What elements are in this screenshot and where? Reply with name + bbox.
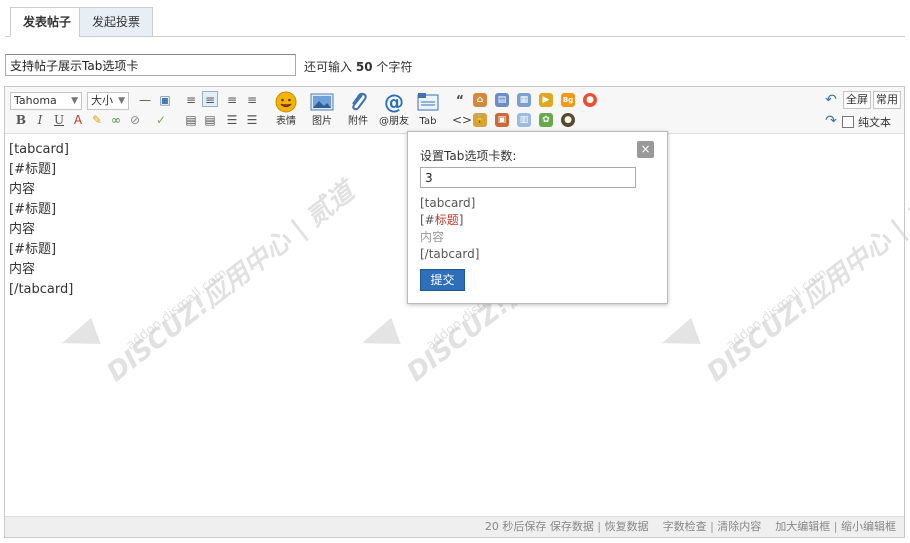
save-data-link[interactable]: 保存数据: [550, 520, 594, 533]
undo-arrow-icon[interactable]: ↶: [823, 92, 839, 108]
quote-icon[interactable]: “: [452, 92, 468, 108]
clear-content-link[interactable]: 清除内容: [717, 520, 761, 533]
shrink-editor-link[interactable]: 缩小编辑框: [841, 520, 896, 533]
clear-format-icon[interactable]: ✓: [153, 112, 169, 128]
tab-new-poll[interactable]: 发起投票: [79, 7, 154, 37]
editor-toolbar: Tahoma ▼ 大小 ▼ — ▣ ≡ ≡ ≡ ≡ B I U A ✎ ∞ ⊘ ✓ …: [5, 87, 904, 134]
char-remaining: 还可输入 50 个字符: [304, 58, 412, 75]
image-button[interactable]: 图片: [307, 91, 337, 129]
font-color-icon[interactable]: A: [70, 112, 86, 128]
attachment-label: 附件: [348, 116, 368, 127]
source-code-icon[interactable]: <>: [452, 112, 472, 128]
submit-button[interactable]: 提交: [420, 269, 465, 291]
chevron-down-icon: ▼: [71, 96, 78, 106]
align-right-icon[interactable]: ≡: [244, 92, 260, 108]
format-painter-icon[interactable]: ✎: [89, 112, 105, 128]
audio-icon[interactable]: ▥: [517, 113, 531, 127]
preview-bracket: ]: [458, 213, 464, 227]
at-sign-icon: @: [384, 91, 404, 113]
image-icon: [310, 93, 334, 111]
tab-count-input[interactable]: [420, 167, 636, 188]
align-left-icon[interactable]: ≡: [183, 92, 199, 108]
sale-icon[interactable]: ✿: [539, 113, 553, 127]
plaintext-label: 纯文本: [858, 116, 891, 129]
link-icon[interactable]: ∞: [108, 112, 124, 128]
free-content-icon[interactable]: ⌂: [473, 93, 487, 107]
editor-status-bar: 20 秒后保存 保存数据 | 恢复数据 字数检查 | 清除内容 加大编辑框 | …: [5, 516, 904, 537]
tab-new-post[interactable]: 发表帖子: [10, 7, 85, 37]
bold-icon[interactable]: B: [13, 112, 29, 128]
font-size-select[interactable]: 大小 ▼: [87, 92, 129, 110]
underline-icon[interactable]: U: [51, 112, 67, 128]
hide-content-icon[interactable]: 🔒: [473, 113, 487, 127]
mention-button[interactable]: @ @朋友: [377, 91, 411, 129]
tab-button[interactable]: Tab: [413, 91, 443, 129]
dialog-title: 设置Tab选项卡数:: [420, 149, 517, 163]
remain-count: 50: [355, 60, 373, 74]
attachment-button[interactable]: 附件: [343, 91, 373, 129]
horizontal-rule-icon[interactable]: —: [137, 92, 153, 108]
tab-setup-dialog: 设置Tab选项卡数: × [tabcard] [#标题] 内容 [/tabcar…: [407, 131, 668, 304]
tab-icon: [417, 93, 439, 111]
table-icon[interactable]: ▦: [517, 93, 531, 107]
preview-line: [tabcard]: [420, 196, 476, 210]
tab-label: Tab: [419, 116, 437, 127]
unordered-list-icon[interactable]: ☰: [244, 112, 260, 128]
smiley-icon: [275, 91, 297, 113]
code-icon[interactable]: ▤: [495, 93, 509, 107]
fullscreen-button[interactable]: 全屏: [843, 91, 871, 109]
preview-title: 标题: [434, 213, 459, 227]
restore-data-link[interactable]: 恢复数据: [605, 520, 649, 533]
emoticon-label: 表情: [276, 116, 296, 127]
subject-input[interactable]: [5, 54, 296, 76]
redo-arrow-icon[interactable]: ↷: [823, 113, 839, 129]
italic-icon[interactable]: I: [32, 112, 48, 128]
align-justify-icon[interactable]: ≡: [202, 91, 218, 107]
video-icon[interactable]: ●: [561, 113, 575, 127]
preview-line: 内容: [420, 230, 445, 244]
common-button[interactable]: 常用: [873, 91, 901, 109]
mention-label: @朋友: [379, 116, 409, 127]
image-label: 图片: [312, 116, 332, 127]
bg-music-icon[interactable]: Bg: [561, 93, 575, 107]
word-count-link[interactable]: 字数检查: [663, 520, 707, 533]
remain-prefix: 还可输入: [304, 60, 353, 74]
font-family-value: Tahoma: [14, 94, 57, 107]
enlarge-editor-link[interactable]: 加大编辑框: [775, 520, 830, 533]
remain-suffix: 个字符: [376, 60, 413, 74]
font-size-value: 大小: [91, 94, 113, 107]
float-left-icon[interactable]: ▤: [183, 112, 199, 128]
font-family-select[interactable]: Tahoma ▼: [10, 92, 82, 110]
float-right-icon[interactable]: ▤: [202, 112, 218, 128]
background-color-icon[interactable]: ▣: [157, 92, 173, 108]
svg-text:@: @: [384, 91, 404, 113]
preview-line: [/tabcard]: [420, 247, 480, 261]
chevron-down-icon: ▼: [118, 96, 125, 106]
flash-icon[interactable]: ▶: [539, 93, 553, 107]
emoticon-button[interactable]: 表情: [271, 91, 301, 129]
password-icon[interactable]: ▣: [495, 113, 509, 127]
ordered-list-icon[interactable]: ☰: [224, 112, 240, 128]
align-center-icon[interactable]: ≡: [224, 92, 240, 108]
preview-line: [#标题]: [420, 212, 479, 229]
post-type-tabs: 发表帖子 发起投票: [5, 5, 905, 37]
autosave-timer: 20 秒后保存: [484, 520, 547, 533]
unlink-icon[interactable]: ⊘: [127, 112, 143, 128]
preview-bracket: [#: [420, 213, 435, 227]
qq-icon[interactable]: ●: [583, 93, 597, 107]
close-icon[interactable]: ×: [637, 141, 654, 158]
plaintext-checkbox[interactable]: [842, 116, 854, 128]
paperclip-icon: [352, 92, 367, 111]
dialog-preview: [tabcard] [#标题] 内容 [/tabcard]: [420, 195, 479, 263]
